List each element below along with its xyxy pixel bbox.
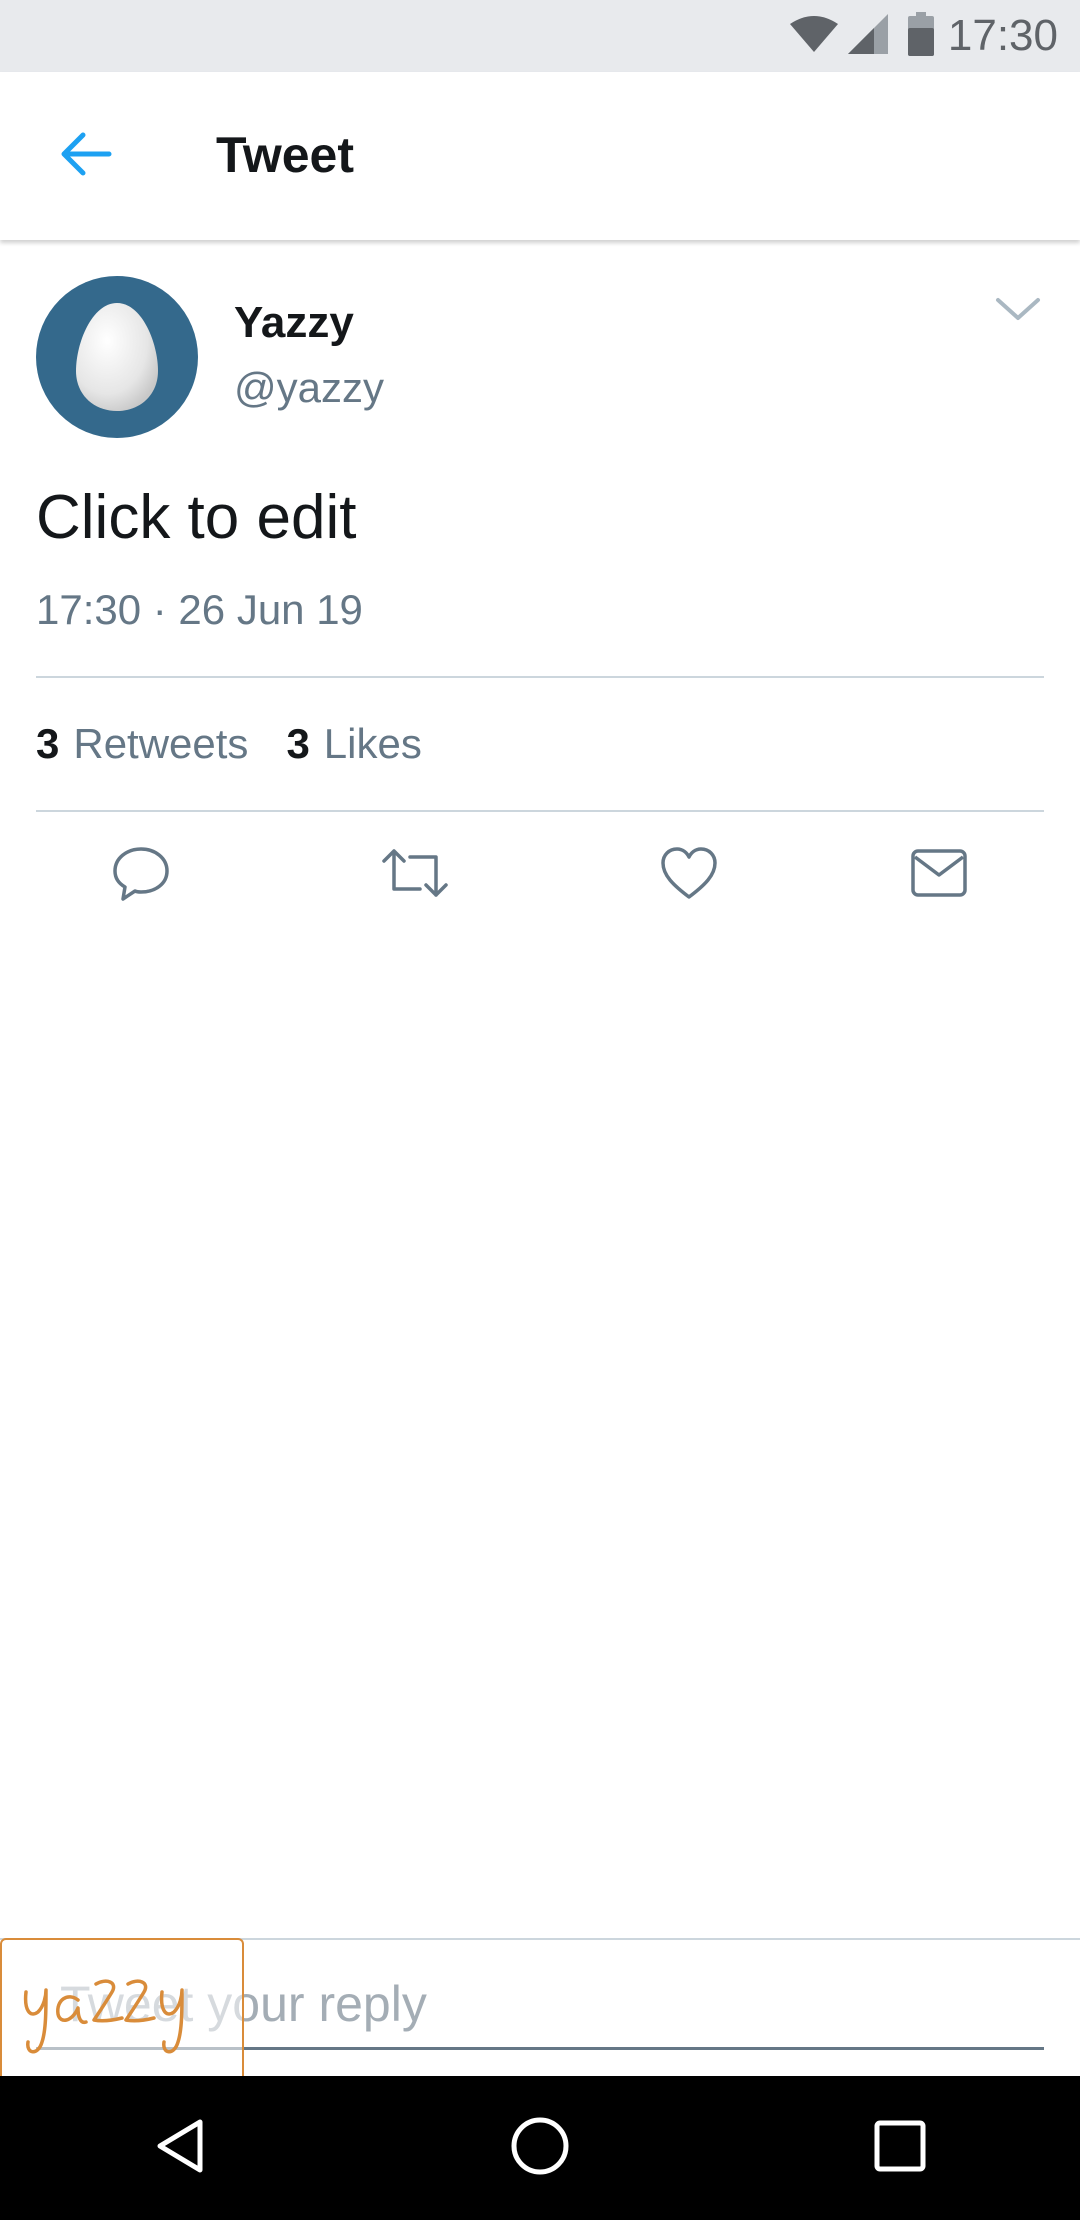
divider: [36, 676, 1044, 678]
triangle-back-icon: [150, 2116, 210, 2181]
retweets-number: 3: [36, 720, 60, 767]
retweet-button[interactable]: [370, 830, 460, 920]
back-button[interactable]: [40, 120, 130, 192]
egg-icon: [76, 303, 158, 411]
app-bar: Tweet: [0, 72, 1080, 240]
reply-button[interactable]: [96, 830, 186, 920]
likes-label: Likes: [323, 720, 422, 767]
navigation-bar: [0, 2076, 1080, 2220]
likes-number: 3: [286, 720, 310, 767]
status-icons: 17:30: [788, 10, 1058, 62]
like-button[interactable]: [644, 830, 734, 920]
status-time: 17:30: [947, 11, 1058, 60]
signature-image: [23, 1979, 184, 2054]
tweet-text[interactable]: Click to edit: [36, 482, 356, 553]
tweet-actions: [0, 830, 1080, 930]
square-recents-icon: [872, 2118, 928, 2179]
reply-icon: [111, 843, 171, 908]
nav-back-button[interactable]: [140, 2108, 220, 2188]
arrow-left-icon: [57, 130, 113, 183]
user-handle[interactable]: @yazzy: [234, 364, 384, 412]
wifi-icon: [788, 14, 840, 59]
battery-icon: [907, 11, 934, 61]
circle-home-icon: [508, 2114, 572, 2183]
signature-overlay: [0, 1938, 244, 2076]
chevron-down-icon: [988, 298, 1048, 334]
engagement-counts: 3 Retweets 3 Likes: [36, 720, 460, 768]
heart-icon: [659, 845, 719, 906]
page-title: Tweet: [216, 127, 354, 183]
display-name[interactable]: Yazzy: [234, 298, 354, 348]
tweet-timestamp: 17:30 · 26 Jun 19: [36, 586, 363, 633]
status-bar: 17:30: [0, 0, 1080, 72]
nav-recents-button[interactable]: [860, 2108, 940, 2188]
nav-home-button[interactable]: [500, 2108, 580, 2188]
signal-icon: [846, 12, 890, 61]
divider: [36, 810, 1044, 812]
tweet-menu-button[interactable]: [988, 290, 1048, 340]
envelope-icon: [909, 847, 969, 904]
retweets-count[interactable]: 3 Retweets: [36, 720, 248, 768]
likes-count[interactable]: 3 Likes: [286, 720, 421, 768]
retweet-icon: [380, 845, 450, 906]
avatar[interactable]: [36, 276, 198, 438]
retweets-label: Retweets: [73, 720, 249, 767]
direct-message-button[interactable]: [894, 830, 984, 920]
